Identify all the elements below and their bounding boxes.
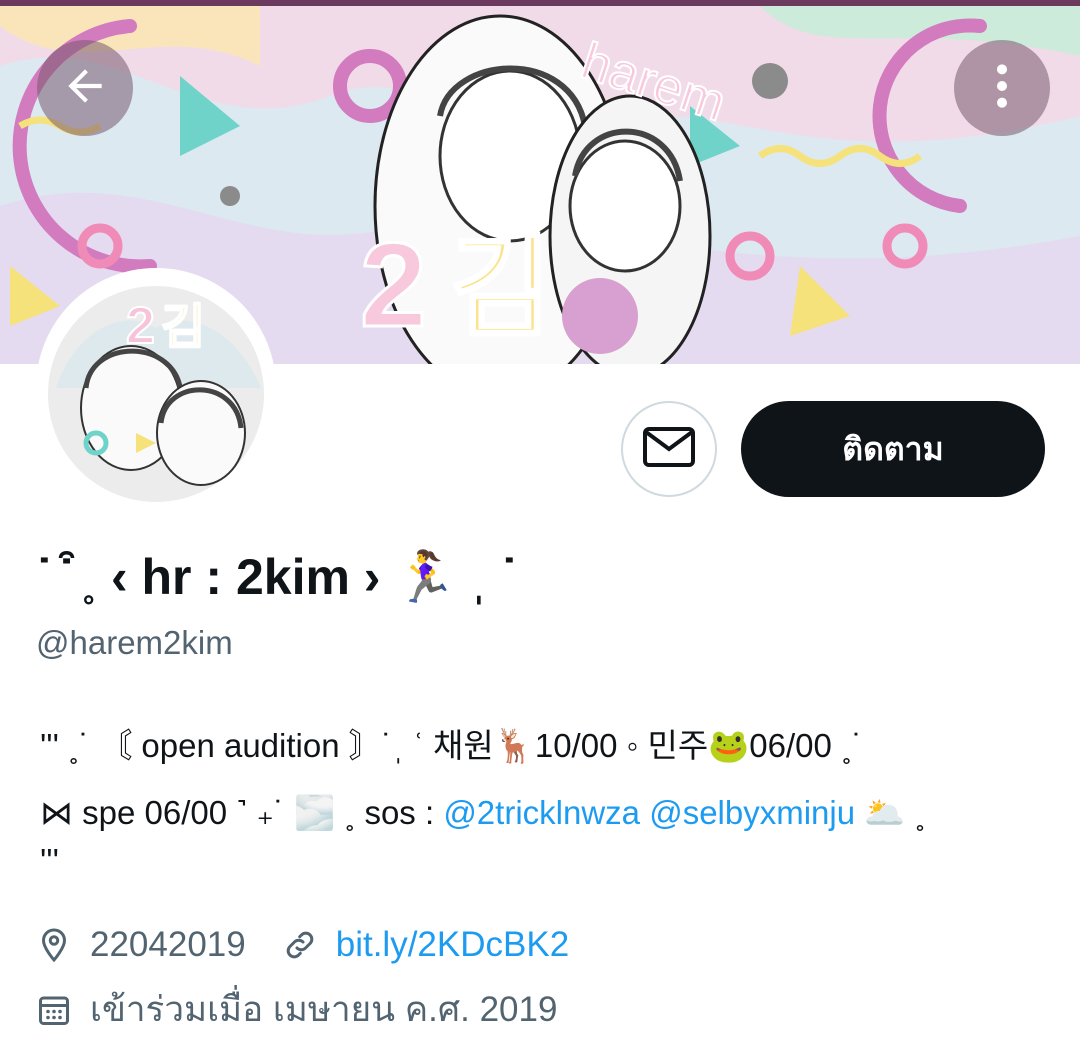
arrow-left-icon <box>60 61 110 116</box>
link-icon <box>282 927 318 963</box>
location-pin-icon <box>36 927 72 963</box>
bio-text: 🌥️ ˳ <box>855 794 926 831</box>
follow-button[interactable]: ติดตาม <box>741 401 1045 497</box>
svg-text:2: 2 <box>360 218 427 352</box>
envelope-icon <box>643 426 695 472</box>
profile-bio: ''' ˳˙ 〘 open audition 〙˙ˌ ʿ 채원🦌10/00 ◦ … <box>40 712 1050 879</box>
bio-line: ''' <box>40 842 59 879</box>
back-button[interactable] <box>37 40 133 136</box>
bio-text: ⋈ spe 06/00 ˺ ₊˙ 🌫️ ˳ sos : <box>40 794 444 831</box>
svg-text:2: 2 <box>126 297 155 355</box>
profile-meta-location-link: 22042019 bit.ly/2KDcBK2 <box>36 920 569 970</box>
mention-link[interactable]: @selbyxminju <box>649 794 855 831</box>
bio-line: ⋈ spe 06/00 ˺ ₊˙ 🌫️ ˳ sos : @2tricklnwza… <box>40 779 1050 846</box>
profile-location: 22042019 <box>90 925 246 964</box>
mention-link[interactable]: @2tricklnwza <box>443 794 640 831</box>
banner-hangul: 김 <box>450 224 551 352</box>
profile-website-link[interactable]: bit.ly/2KDcBK2 <box>336 920 569 970</box>
message-button[interactable] <box>621 401 717 497</box>
profile-joined-date: เข้าร่วมเมื่อ เมษายน ค.ศ. 2019 <box>90 990 558 1029</box>
profile-avatar[interactable]: 2 김 <box>36 268 276 508</box>
more-vertical-icon <box>982 61 1022 116</box>
calendar-icon <box>36 992 72 1028</box>
profile-handle: @harem2kim <box>36 624 233 661</box>
bio-line: ''' ˳˙ 〘 open audition 〙˙ˌ ʿ 채원🦌10/00 ◦ … <box>40 727 863 764</box>
more-options-button[interactable] <box>954 40 1050 136</box>
svg-text:김: 김 <box>161 299 205 355</box>
profile-meta-joined: เข้าร่วมเมื่อ เมษายน ค.ศ. 2019 <box>36 985 557 1035</box>
display-name: ˙ ͒ ˳ ‹ hr : 2kim › 🏃‍♀️ ˌ ˙ <box>36 549 518 605</box>
